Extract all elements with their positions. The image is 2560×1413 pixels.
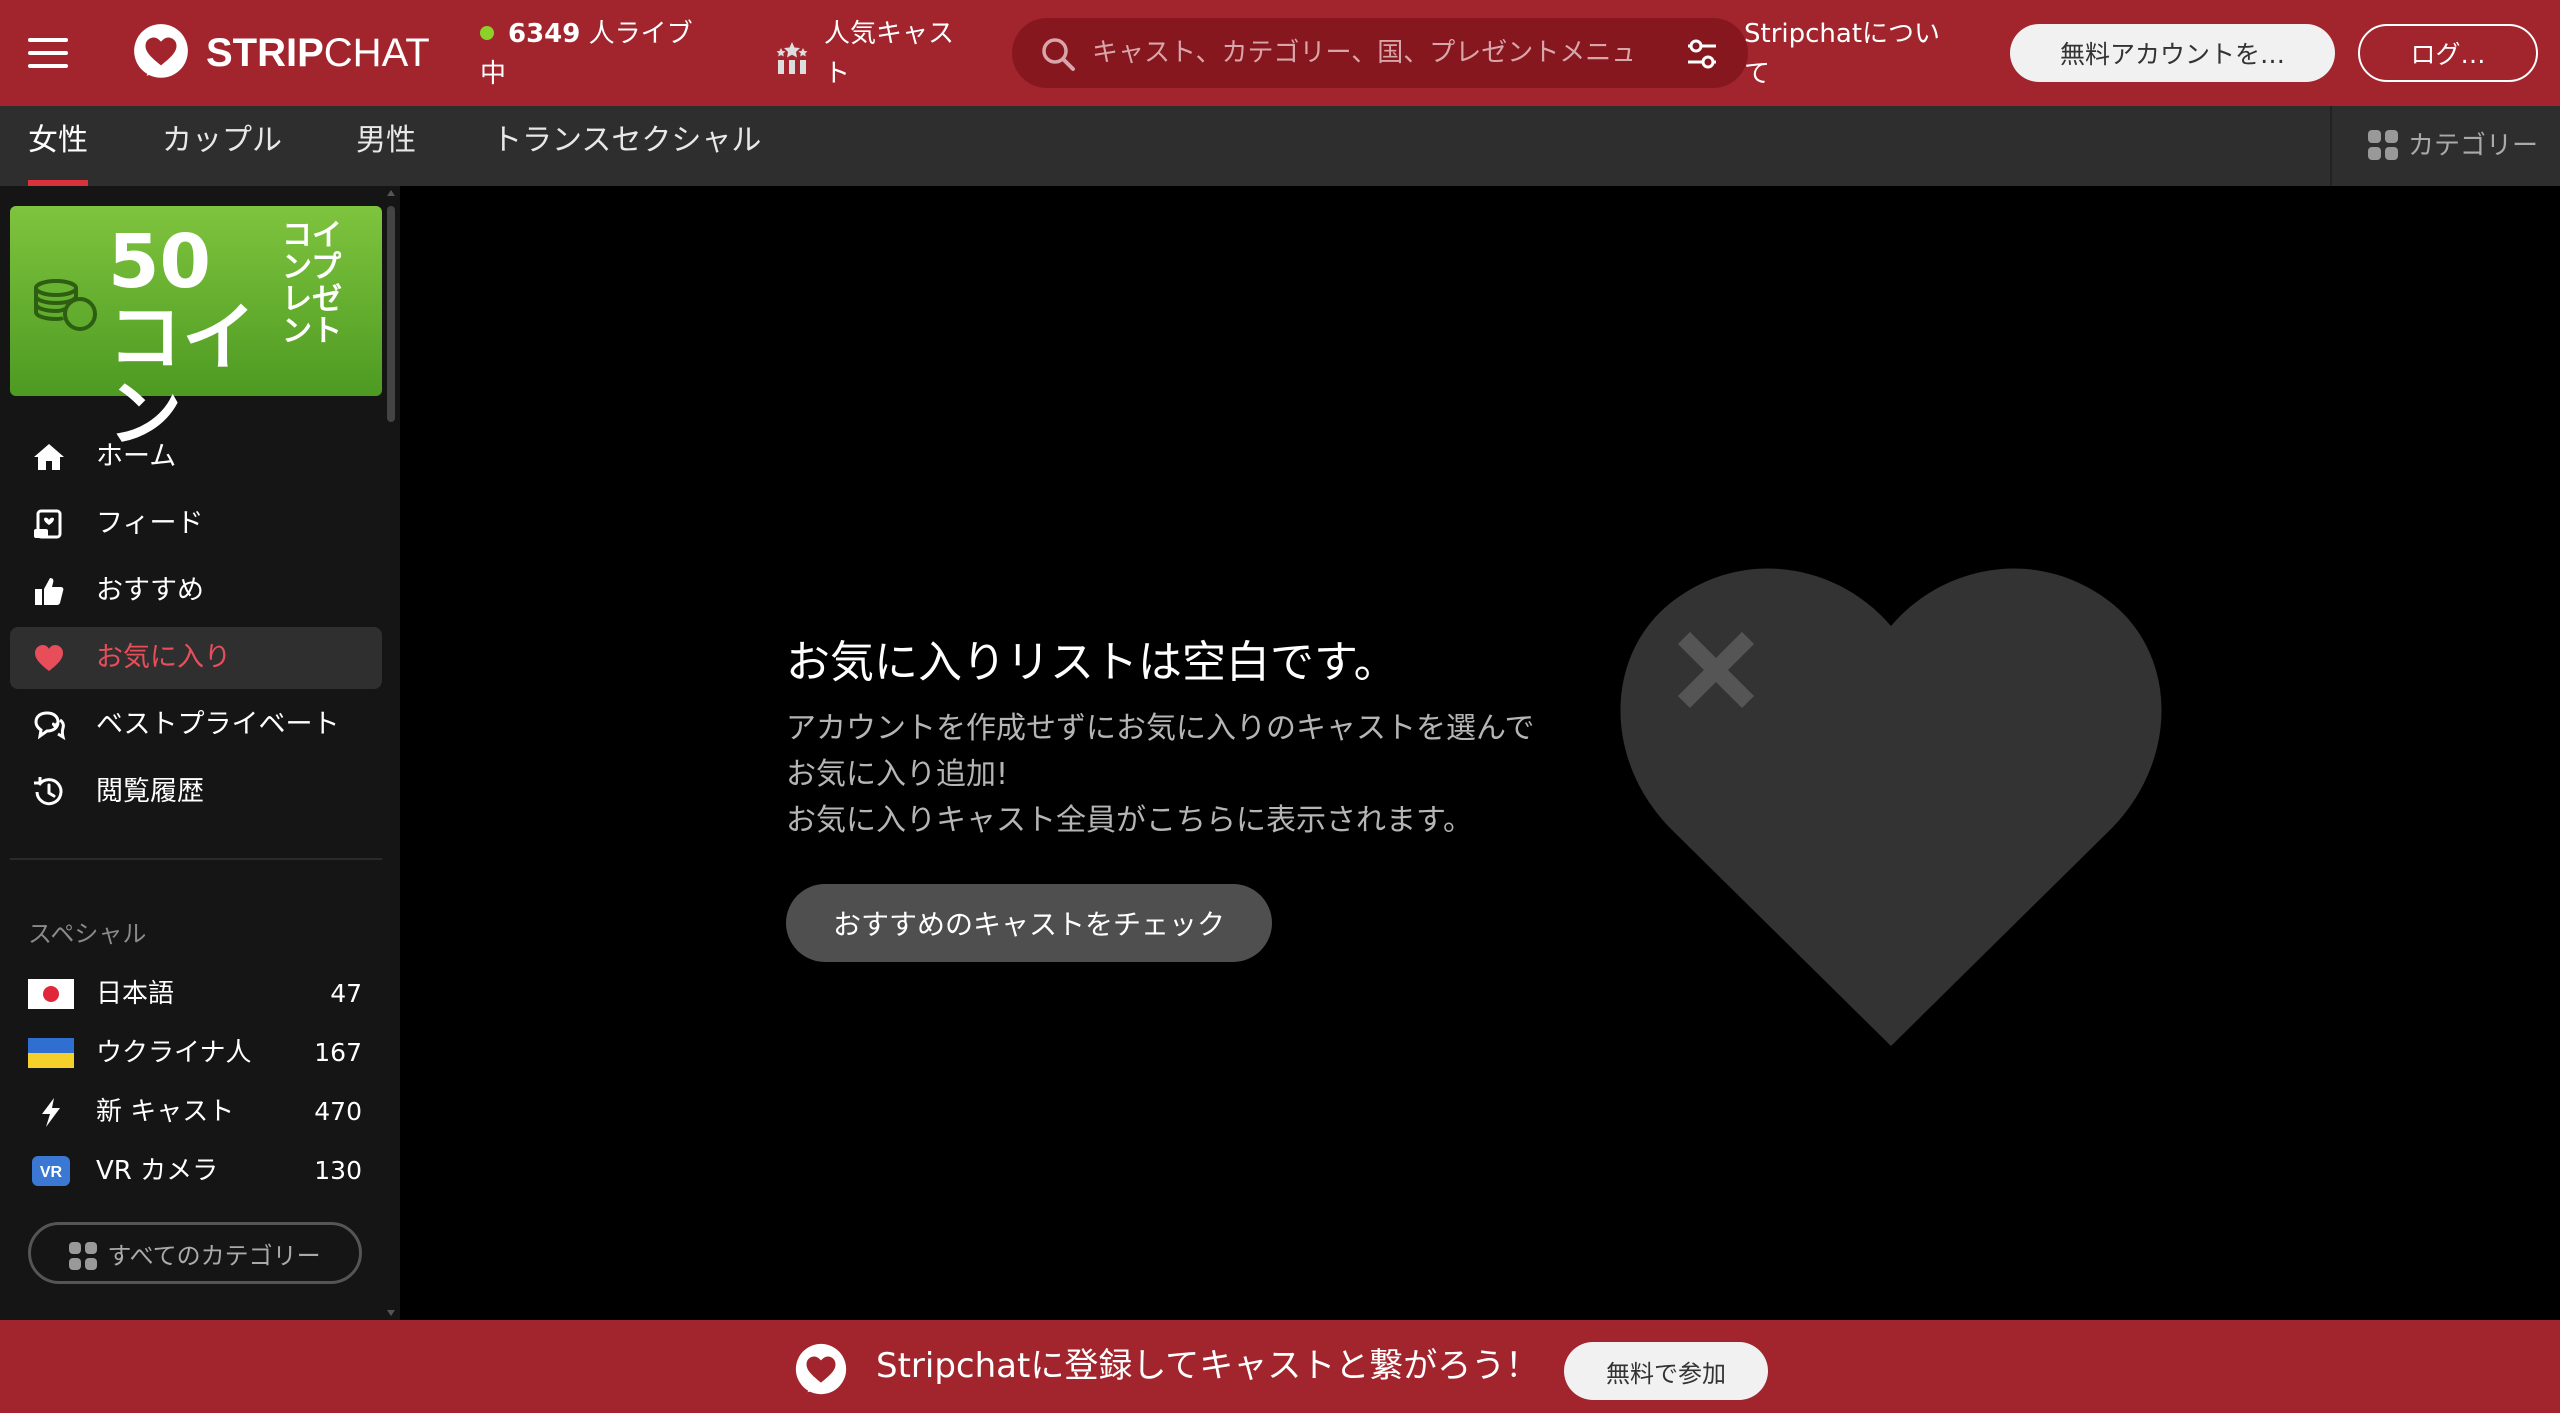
filter-sliders-icon[interactable] [1684, 36, 1720, 72]
sidebar-scrollbar[interactable] [384, 186, 398, 1320]
empty-favorites-description: アカウントを作成せずにお気に入りのキャストを選んで お気に入り追加! お気に入り… [786, 711, 1535, 838]
stripchat-logo[interactable]: STRIPCHAT [130, 24, 430, 82]
logo-heart-bubble-icon [134, 24, 188, 78]
thumbs-up-icon [35, 578, 64, 605]
popular-casts-link[interactable]: 人気キャスト [772, 14, 972, 94]
lightning-icon [42, 1098, 60, 1127]
live-count: 6349 人ライブ 中 [480, 19, 693, 89]
grid-icon [69, 1241, 98, 1270]
history-icon [34, 777, 63, 806]
check-recommended-casts-button[interactable]: おすすめのキャストをチェック [786, 884, 1272, 962]
feed-icon [34, 509, 62, 539]
popular-stars-icon [776, 42, 808, 74]
top-header: STRIPCHAT 6349 人ライブ 中 人気キャスト Stripcha [0, 0, 2560, 106]
logo-heart-bubble-icon [795, 1343, 847, 1395]
scrollbar-thumb[interactable] [387, 206, 395, 422]
special-item-new-casts[interactable]: 新 キャスト 470 [10, 1084, 382, 1140]
grid-icon [2368, 130, 2398, 160]
sidebar: 50コイン コインプレゼント ホーム フィード おすすめ お気に入り ベストプラ… [0, 186, 400, 1320]
special-section-title: スペシャル [28, 920, 147, 948]
chat-bubbles-icon [34, 711, 66, 741]
live-dot-icon [480, 26, 494, 40]
special-item-ukrainian[interactable]: ウクライナ人 167 [10, 1025, 382, 1081]
search-input[interactable] [1092, 30, 1632, 76]
banner-text: Stripchatに登録してキャストと繋がろう！ [876, 1346, 1540, 1386]
home-icon [34, 444, 64, 470]
empty-favorites-title: お気に入りリストは空白です。 [786, 637, 1398, 688]
main-content: お気に入りリストは空白です。 アカウントを作成せずにお気に入りのキャストを選んで… [400, 186, 2560, 1320]
categories-button[interactable]: カテゴリー [2330, 106, 2560, 186]
all-categories-button[interactable]: すべてのカテゴリー [28, 1222, 362, 1284]
create-free-account-button[interactable]: 無料アカウントを… [2010, 24, 2335, 82]
sidebar-item-favorites[interactable]: お気に入り [10, 627, 382, 689]
ukraine-flag-icon [28, 1038, 74, 1068]
tab-male[interactable]: 男性 [356, 106, 416, 186]
brand-name: STRIPCHAT [206, 30, 430, 75]
promo-big-text: 50コイン [108, 219, 256, 457]
svg-text:VR: VR [40, 1164, 63, 1181]
sidebar-item-home[interactable]: ホーム [10, 426, 382, 488]
login-button[interactable]: ログ… [2358, 24, 2538, 82]
heart-icon [35, 645, 63, 671]
hamburger-menu-button[interactable] [28, 36, 74, 70]
special-item-japanese[interactable]: 日本語 47 [10, 966, 382, 1022]
search-icon [1042, 38, 1075, 71]
about-stripchat-link[interactable]: Stripchatについて [1744, 14, 1944, 94]
join-free-button[interactable]: 無料で参加 [1564, 1342, 1768, 1400]
tab-female[interactable]: 女性 [28, 106, 88, 186]
promo-50-coins-banner[interactable]: 50コイン コインプレゼント [10, 206, 382, 452]
tab-transsexual[interactable]: トランスセクシャル [492, 106, 761, 186]
tab-couples[interactable]: カップル [162, 106, 282, 186]
promo-small-text: コインプレゼント [282, 218, 342, 349]
sidebar-item-feed[interactable]: フィード [10, 493, 382, 555]
sidebar-item-best-private[interactable]: ベストプライベート [10, 694, 382, 756]
japan-flag-icon [28, 979, 74, 1009]
coins-stack-icon [34, 279, 97, 331]
sidebar-item-recommended[interactable]: おすすめ [10, 560, 382, 622]
bottom-signup-banner: Stripchatに登録してキャストと繋がろう！ 無料で参加 [0, 1320, 2560, 1413]
broken-heart-illustration-icon [1620, 568, 2162, 1046]
special-item-vr-cams[interactable]: VR VR カメラ 130 [10, 1143, 382, 1199]
vr-icon: VR [32, 1156, 70, 1186]
sidebar-divider [10, 858, 382, 860]
search-bar [1012, 18, 1748, 88]
gender-tabs: 女性 カップル 男性 トランスセクシャル カテゴリー [0, 106, 2560, 186]
sidebar-item-history[interactable]: 閲覧履歴 [10, 761, 382, 823]
